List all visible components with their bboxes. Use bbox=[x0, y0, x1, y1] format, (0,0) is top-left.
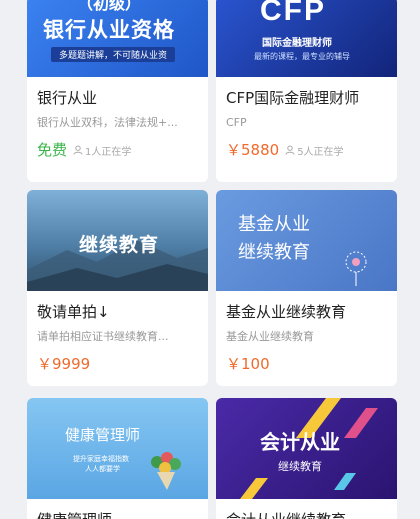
learner-count: 1人正在学 bbox=[73, 143, 131, 158]
learner-count: 5人正在学 bbox=[285, 143, 344, 158]
course-banner: CFP 国际金融理财师 最新的课程，最专业的辅导 bbox=[216, 0, 397, 77]
course-banner: （初级） 银行从业资格 多题题讲解，不可随从业资 bbox=[27, 0, 208, 77]
course-banner: 基金从业 继续教育 bbox=[216, 190, 397, 291]
banner-text: 继续教育 bbox=[238, 242, 310, 263]
course-card-bank[interactable]: （初级） 银行从业资格 多题题讲解，不可随从业资 银行从业 银行从业双科，法律法… bbox=[27, 0, 208, 182]
course-desc: 基金从业继续教育 bbox=[226, 330, 314, 343]
learner-count-text: 1人正在学 bbox=[85, 146, 132, 158]
course-card-cfp[interactable]: CFP 国际金融理财师 最新的课程，最专业的辅导 CFP国际金融理财师 CFP … bbox=[216, 0, 397, 182]
learner-count-text: 5人正在学 bbox=[297, 146, 344, 158]
course-price: 免费 bbox=[37, 141, 68, 159]
course-card-health[interactable]: 健康管理师 提升家庭幸福指数 人人都要学 健康管理师 bbox=[27, 398, 208, 519]
banner-tagline: 多题题讲解，不可随从业资 bbox=[51, 47, 176, 62]
course-price: ￥9999 bbox=[37, 355, 91, 373]
banner-text: CFP bbox=[260, 0, 326, 27]
banner-text: 基金从业 bbox=[238, 214, 310, 235]
course-desc: 银行从业双科，法律法规+... bbox=[37, 116, 178, 129]
bouquet-icon bbox=[151, 452, 181, 490]
banner-text: 继续教育 bbox=[278, 460, 322, 473]
course-card-accounting[interactable]: 会计从业 继续教育 会计从业继续教育 bbox=[216, 398, 397, 519]
course-card-fund[interactable]: 基金从业 继续教育 基金从业继续教育 基金从业继续教育 ￥100 bbox=[216, 190, 397, 386]
banner-tagline: 最新的课程，最专业的辅导 bbox=[254, 52, 350, 61]
course-title: 基金从业继续教育 bbox=[226, 303, 347, 321]
course-title: 敬请单拍↓ bbox=[37, 303, 110, 321]
banner-text: 健康管理师 bbox=[65, 426, 141, 444]
course-banner: 继续教育 bbox=[27, 190, 208, 291]
course-title: 健康管理师 bbox=[37, 511, 198, 519]
banner-text: 继续教育 bbox=[79, 234, 160, 256]
course-title: 会计从业继续教育 bbox=[226, 511, 387, 519]
banner-text: 银行从业资格 bbox=[43, 18, 175, 42]
course-banner: 会计从业 继续教育 bbox=[216, 398, 397, 499]
course-card-notice[interactable]: 继续教育 敬请单拍↓ 请单拍相应证书继续教育... ￥9999 bbox=[27, 190, 208, 386]
course-desc: 请单拍相应证书继续教育... bbox=[37, 330, 169, 343]
user-icon bbox=[73, 145, 83, 155]
banner-text: 国际金融理财师 bbox=[262, 38, 332, 49]
banner-text: 人人都要学 bbox=[85, 465, 120, 473]
user-icon bbox=[285, 145, 295, 155]
course-price: ￥100 bbox=[226, 355, 270, 373]
banner-text: （初级） bbox=[77, 0, 142, 13]
banner-text: 会计从业 bbox=[260, 430, 340, 454]
banner-text: 提升家庭幸福指数 bbox=[73, 455, 129, 463]
course-desc: CFP bbox=[226, 116, 247, 129]
course-title: 银行从业 bbox=[37, 89, 98, 107]
course-title: CFP国际金融理财师 bbox=[226, 89, 360, 107]
dandelion-icon bbox=[345, 251, 367, 286]
course-banner: 健康管理师 提升家庭幸福指数 人人都要学 bbox=[27, 398, 208, 499]
course-price: ￥5880 bbox=[226, 141, 280, 159]
